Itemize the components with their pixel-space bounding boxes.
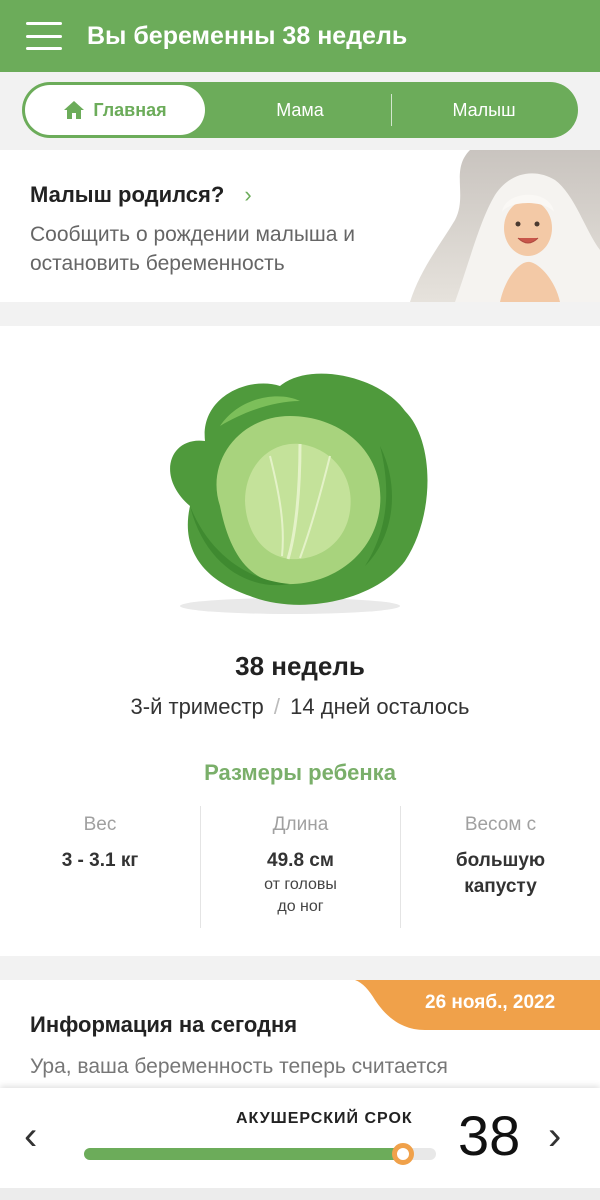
term-slider[interactable]	[84, 1143, 436, 1165]
stat-length-value: 49.8 см	[267, 850, 334, 871]
segmented-tabs: Главная Мама Малыш	[22, 82, 578, 138]
baby-born-subtitle: Сообщить о рождении малыша и остановить …	[30, 223, 356, 275]
stat-comparison: Весом с большую капусту	[400, 806, 600, 928]
stat-comparison-label: Весом с	[464, 814, 537, 835]
weeks-title: 38 недель	[235, 651, 365, 681]
stat-comparison-value: большую капусту	[401, 848, 600, 900]
term-bar: ‹ АКУШЕРСКИЙ СРОК 38 ›	[0, 1088, 600, 1188]
baby-born-card[interactable]: Малыш родился? › Сообщить о рождении мал…	[0, 150, 600, 302]
tab-home[interactable]: Главная	[25, 85, 205, 135]
baby-stats: Вес 3 - 3.1 кг Длина 49.8 см от головы д…	[0, 806, 600, 928]
separator: /	[273, 694, 281, 719]
term-label: АКУШЕРСКИЙ СРОК	[236, 1110, 413, 1127]
stat-weight-label: Вес	[83, 814, 117, 835]
stat-comparison-value-line-2: капусту	[464, 876, 537, 897]
days-left-text: 14 дней осталось	[290, 694, 470, 719]
tab-divider	[391, 94, 392, 126]
stat-comparison-value-line-1: большую	[455, 850, 546, 871]
info-title: Информация на сегодня	[30, 1012, 298, 1037]
stat-length-label: Длина	[272, 814, 329, 835]
chevron-right-icon: ›	[244, 182, 252, 207]
app-header: Вы беременны 38 недель	[0, 0, 600, 72]
trimester-line: 3-й триместр / 14 дней осталось	[0, 694, 600, 720]
stat-length: Длина 49.8 см от головы до ног	[200, 806, 400, 928]
tab-baby[interactable]: Малыш	[394, 85, 574, 135]
hamburger-menu-icon[interactable]	[26, 22, 62, 50]
week-card: 38 недель 3-й триместр / 14 дней осталос…	[0, 326, 600, 956]
info-text: Ура, ваша беременность теперь считается	[30, 1055, 448, 1078]
chevron-left-icon[interactable]: ‹	[24, 1116, 37, 1156]
bottom-strip	[0, 1188, 600, 1200]
baby-sizes-title: Размеры ребенка	[204, 760, 396, 785]
tab-mama[interactable]: Мама	[208, 85, 392, 135]
chevron-right-icon[interactable]: ›	[548, 1116, 561, 1156]
stat-length-note-2: до ног	[277, 898, 324, 915]
baby-photo	[410, 150, 600, 302]
tab-mama-label: Мама	[276, 99, 324, 120]
stat-weight-value: 3 - 3.1 кг	[61, 850, 139, 871]
today-info-card[interactable]: 26 нояб., 2022 Информация на сегодня Ура…	[0, 980, 600, 1090]
baby-born-title[interactable]: Малыш родился? ›	[30, 182, 252, 208]
tab-home-label: Главная	[93, 99, 167, 120]
baby-born-title-text: Малыш родился?	[30, 182, 225, 207]
tab-baby-label: Малыш	[452, 99, 516, 120]
stat-weight: Вес 3 - 3.1 кг	[0, 806, 200, 928]
term-slider-thumb[interactable]	[391, 1143, 414, 1165]
cabbage-image	[170, 373, 428, 614]
date-text: 26 нояб., 2022	[425, 992, 556, 1013]
home-icon	[64, 101, 85, 119]
trimester-text: 3-й триместр	[130, 694, 264, 719]
page-title: Вы беременны 38 недель	[87, 21, 408, 50]
week-number: 38	[458, 1104, 521, 1167]
term-slider-fill	[84, 1148, 403, 1160]
stat-length-note-1: от головы	[264, 876, 337, 893]
tabs-container: Главная Мама Малыш	[0, 72, 600, 150]
